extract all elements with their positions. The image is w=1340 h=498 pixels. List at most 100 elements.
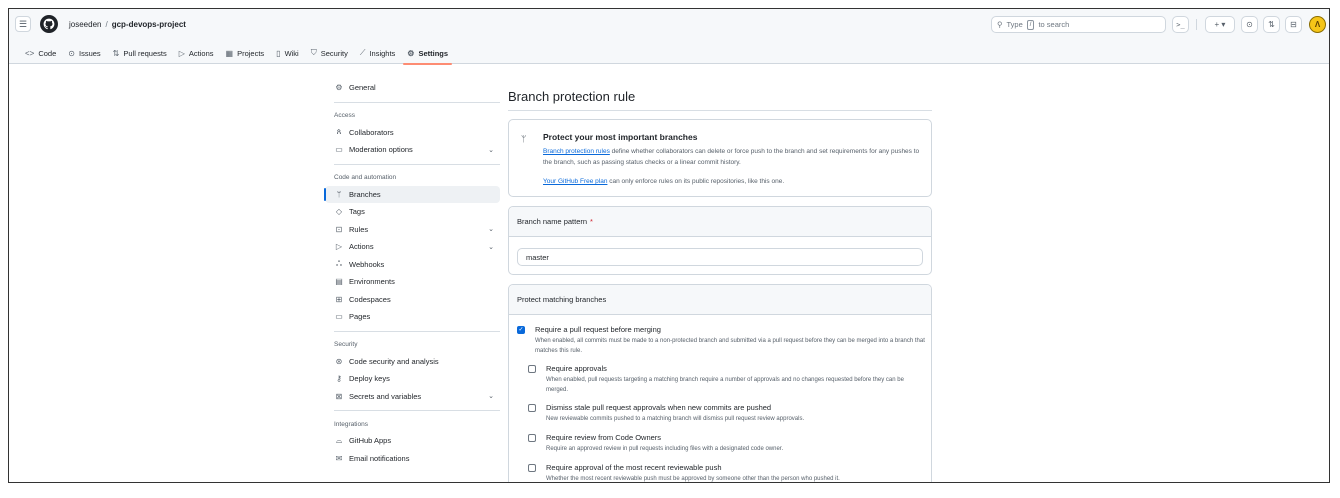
- issue-opened-icon: ⊙: [1246, 20, 1253, 29]
- sidebar-item-pages[interactable]: ▭ Pages: [325, 308, 500, 326]
- create-new-button[interactable]: + ▾: [1205, 16, 1235, 33]
- sidebar-item-codespaces[interactable]: ⊞ Codespaces: [325, 291, 500, 309]
- codescan-icon: ⊛: [335, 356, 343, 366]
- sidebar-divider: [334, 330, 500, 332]
- menu-button[interactable]: ☰: [15, 16, 31, 32]
- tab-label: Issues: [78, 48, 101, 58]
- sidebar-item-label: Codespaces: [349, 294, 391, 304]
- key-icon: ⚷: [336, 374, 342, 384]
- avatar-initial: Λ: [1314, 20, 1321, 29]
- avatar[interactable]: Λ: [1309, 16, 1326, 33]
- issue-opened-icon: ⊙: [68, 48, 75, 58]
- chevron-down-icon: ⌄: [488, 243, 494, 251]
- book-icon: ▯: [276, 48, 281, 58]
- sidebar-item-environments[interactable]: ▤ Environments: [325, 273, 500, 291]
- sidebar-item-secrets[interactable]: ⊠ Secrets and variables ⌄: [325, 388, 500, 406]
- branch-protection-link[interactable]: Branch protection rules: [543, 148, 610, 155]
- git-branch-icon: ᛘ: [336, 189, 342, 199]
- table-icon: ▦: [225, 48, 234, 58]
- tab-security[interactable]: ⛉ Security: [305, 45, 354, 61]
- tab-projects[interactable]: ▦ Projects: [220, 45, 271, 61]
- plan-note: Your GitHub Free plan can only enforce r…: [543, 178, 784, 185]
- sidebar-item-label: Collaborators: [349, 127, 394, 137]
- rule-title: Dismiss stale pull request approvals whe…: [546, 403, 772, 412]
- pattern-label: Branch name pattern: [517, 217, 588, 226]
- key-asterisk-icon: ⊠: [335, 391, 343, 401]
- tab-actions[interactable]: ▷ Actions: [173, 45, 220, 61]
- gear-icon: ⚙: [407, 48, 415, 58]
- sidebar-item-general[interactable]: ⚙ General: [325, 79, 500, 97]
- sidebar-item-label: Branches: [349, 189, 381, 199]
- mail-icon: ✉: [335, 453, 343, 463]
- breadcrumb-separator: /: [105, 20, 108, 29]
- owner-link[interactable]: joseeden: [69, 20, 101, 29]
- chevron-down-icon: ⌄: [488, 393, 494, 401]
- code-owners-checkbox[interactable]: [528, 434, 536, 442]
- repo-nav: <> Code ⊙ Issues ⇅ Pull requests ▷ Actions ▦…: [19, 45, 454, 65]
- sidebar-item-branches[interactable]: ᛘ Branches: [324, 185, 500, 203]
- sidebar-item-code-security[interactable]: ⊛ Code security and analysis: [325, 353, 500, 371]
- chevron-down-icon: ⌄: [488, 226, 494, 234]
- sidebar-item-rules[interactable]: ⊡ Rules ⌄: [325, 221, 500, 239]
- header-divider: [1196, 19, 1197, 30]
- tab-settings[interactable]: ⚙ Settings: [401, 45, 454, 65]
- require-approvals-checkbox[interactable]: [528, 365, 536, 373]
- sidebar-divider: [334, 410, 500, 411]
- sidebar-item-tags[interactable]: ◇ Tags: [325, 203, 500, 221]
- sidebar-item-collaborators[interactable]: ጰ Collaborators: [325, 124, 500, 142]
- github-logo-icon[interactable]: [40, 15, 58, 33]
- breadcrumb: joseeden / gcp-devops-project: [69, 20, 186, 29]
- search-suffix: to search: [1038, 20, 1070, 29]
- sidebar-item-email[interactable]: ✉ Email notifications: [325, 450, 500, 468]
- tab-label: Pull requests: [123, 48, 167, 58]
- sidebar-item-github-apps[interactable]: ⌓ GitHub Apps: [325, 432, 500, 450]
- tab-code[interactable]: <> Code: [19, 45, 62, 61]
- global-bar: ☰ joseeden / gcp-devops-project ⚲ Type / t…: [9, 9, 1329, 39]
- rule-require-pr: ✓ Require a pull request before merging …: [517, 325, 931, 364]
- comment-discussion-icon: ▭: [335, 145, 343, 155]
- sidebar-item-actions[interactable]: ▷ Actions ⌄: [325, 238, 500, 256]
- rule-recent-push: Require approval of the most recent revi…: [528, 463, 931, 482]
- sidebar-item-label: Moderation options: [349, 145, 413, 155]
- tab-insights[interactable]: ⟋ Insights: [354, 45, 401, 61]
- tab-label: Wiki: [284, 48, 299, 58]
- required-mark: *: [590, 217, 593, 226]
- dismiss-stale-checkbox[interactable]: [528, 404, 536, 412]
- tab-label: Security: [320, 48, 348, 58]
- sidebar-item-label: Pages: [349, 312, 371, 322]
- tab-issues[interactable]: ⊙ Issues: [62, 45, 106, 61]
- branch-pattern-input[interactable]: master: [517, 248, 923, 266]
- search-input[interactable]: ⚲ Type / to search: [991, 16, 1166, 33]
- sidebar-item-webhooks[interactable]: ஃ Webhooks: [325, 256, 500, 274]
- require-pr-checkbox[interactable]: ✓: [517, 326, 525, 334]
- sidebar-item-deploy-keys[interactable]: ⚷ Deploy keys: [325, 370, 500, 388]
- git-pull-request-icon: ⇅: [1268, 20, 1275, 29]
- search-prefix: Type: [1006, 20, 1023, 29]
- rule-title: Require approvals: [546, 364, 607, 373]
- play-icon: ▷: [178, 48, 185, 58]
- git-branch-icon: ᛘ: [521, 134, 527, 144]
- sidebar-item-moderation[interactable]: ▭ Moderation options ⌄: [325, 141, 500, 159]
- sidebar-heading-access: Access: [334, 112, 355, 119]
- chevron-down-icon: ⌄: [488, 146, 494, 154]
- rule-title: Require review from Code Owners: [546, 433, 662, 442]
- gear-icon: ⚙: [335, 83, 343, 93]
- pull-requests-button[interactable]: ⇅: [1263, 16, 1280, 33]
- issues-button[interactable]: ⊙: [1241, 16, 1258, 33]
- graph-icon: ⟋: [359, 48, 366, 57]
- command-palette-button[interactable]: >_: [1172, 16, 1189, 33]
- code-icon: <>: [25, 48, 35, 58]
- recent-push-checkbox[interactable]: [528, 464, 536, 472]
- tab-wiki[interactable]: ▯ Wiki: [270, 45, 305, 61]
- repo-link[interactable]: gcp-devops-project: [112, 20, 186, 29]
- plan-note-text: can only enforce rules on its public rep…: [609, 178, 785, 185]
- inbox-button[interactable]: ⊟: [1285, 16, 1302, 33]
- shield-icon: ⛉: [310, 48, 317, 57]
- main-content: Branch protection rule ᛘ Protect your mo…: [508, 79, 932, 482]
- sidebar-item-label: GitHub Apps: [349, 436, 392, 446]
- rule-code-owners: Require review from Code Owners Require …: [528, 433, 931, 463]
- sidebar-item-label: Actions: [349, 242, 374, 252]
- tab-pull-requests[interactable]: ⇅ Pull requests: [107, 45, 173, 61]
- tab-label: Projects: [237, 48, 265, 58]
- free-plan-link[interactable]: Your GitHub Free plan: [543, 178, 607, 185]
